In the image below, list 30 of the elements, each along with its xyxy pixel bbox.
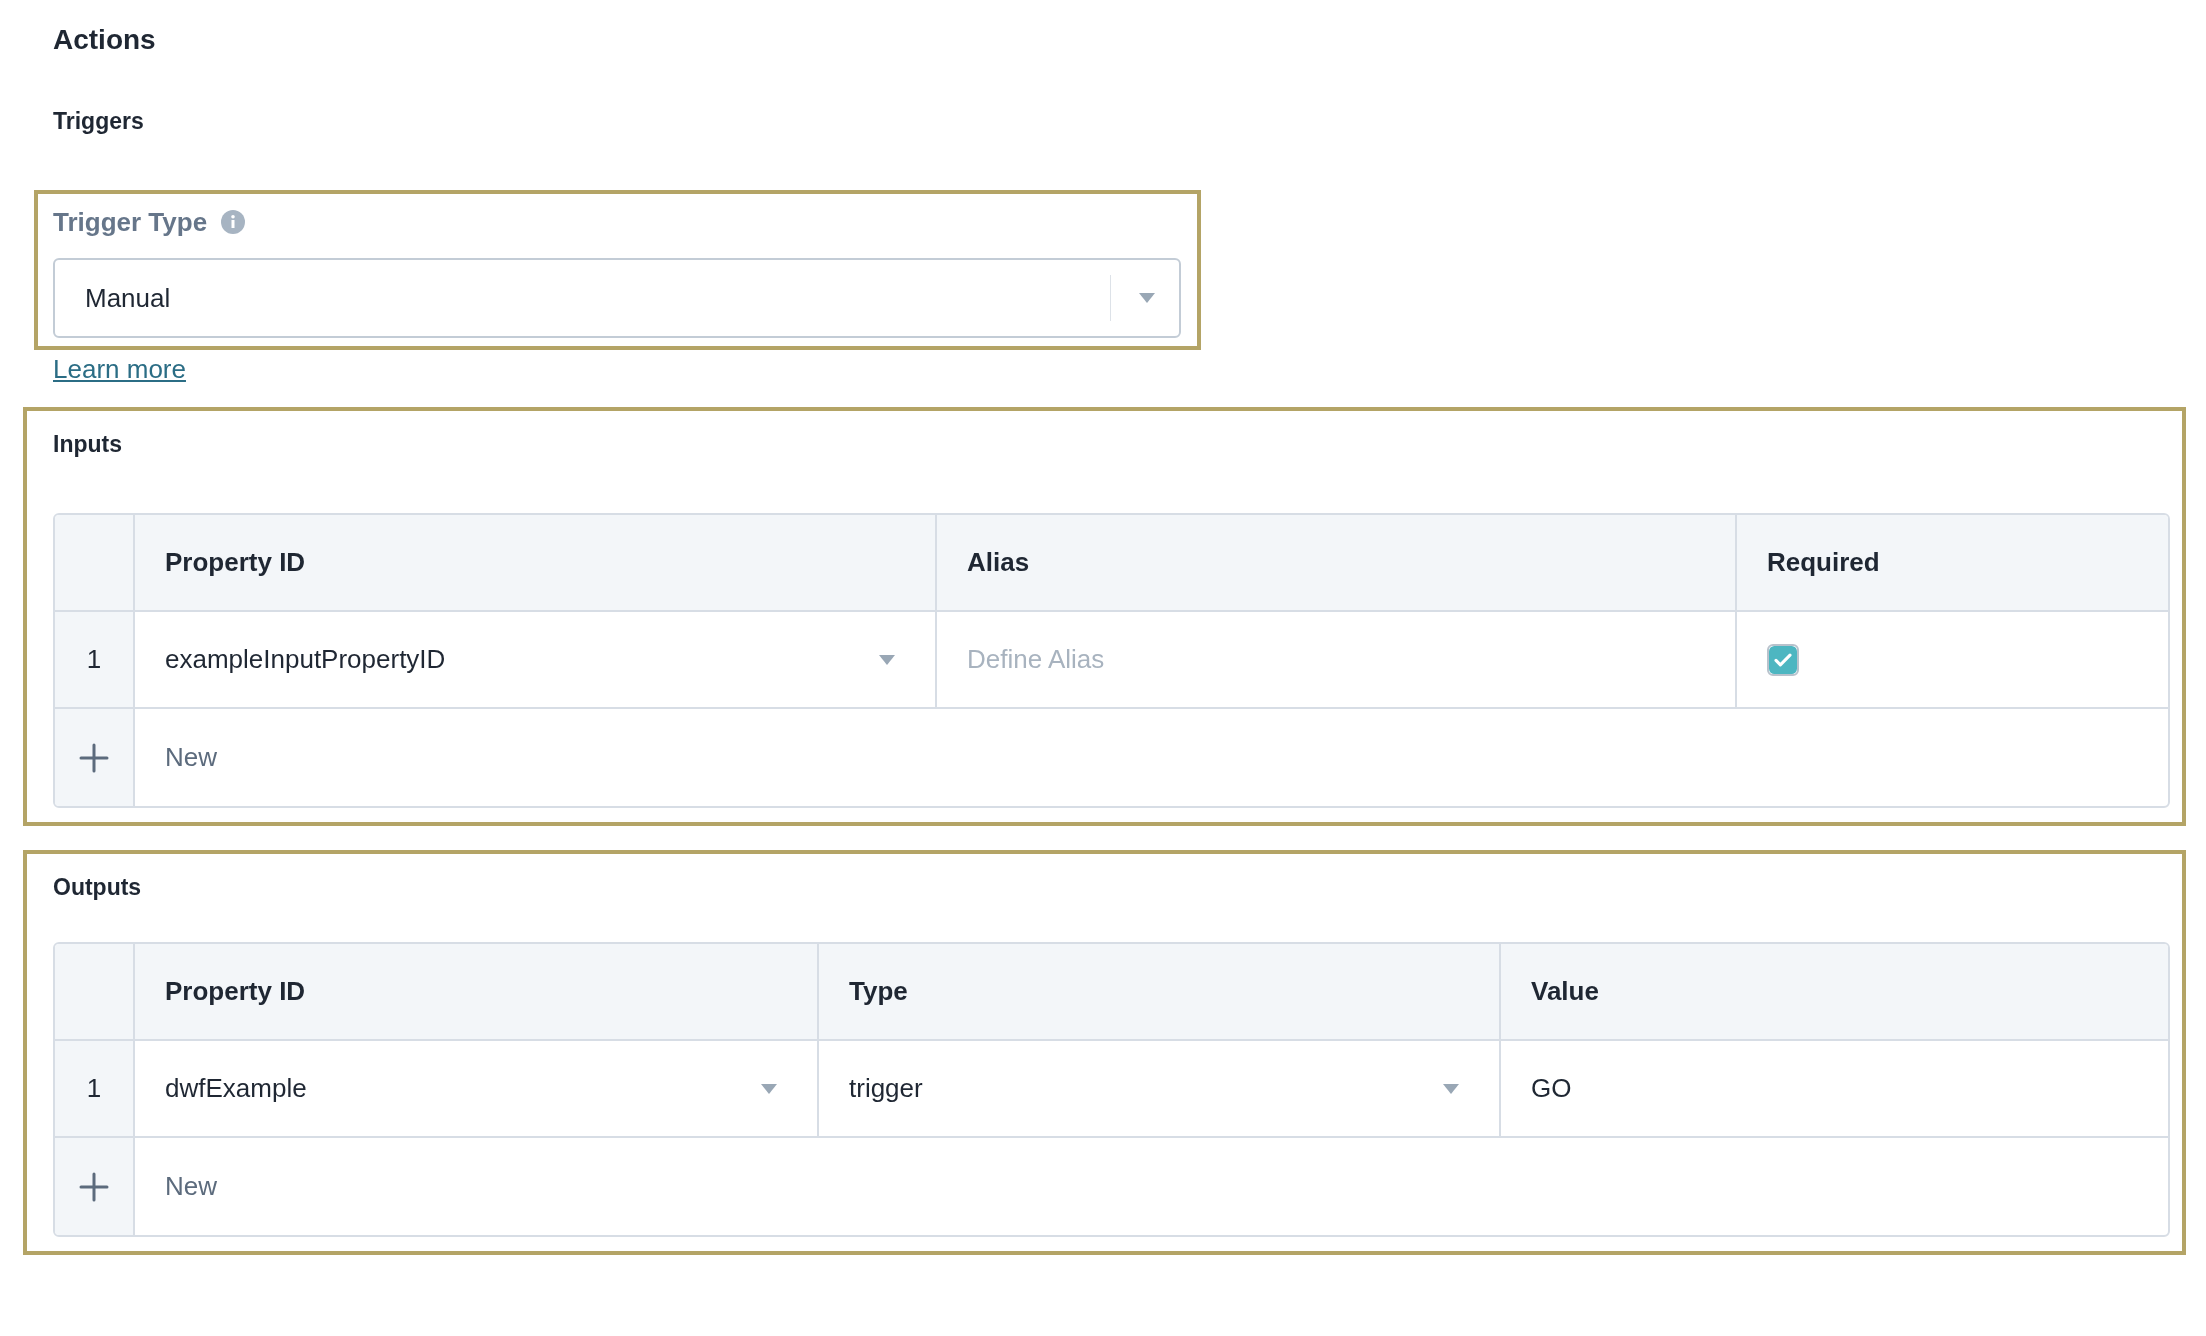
- row-number: 1: [55, 1041, 135, 1138]
- new-row-button[interactable]: New: [135, 709, 2168, 806]
- column-header: Property ID: [135, 944, 819, 1041]
- section-heading: Outputs: [53, 873, 143, 902]
- column-header: Property ID: [135, 515, 937, 612]
- caret-icon: [879, 654, 895, 665]
- column-header: Required: [1737, 515, 2168, 612]
- info-icon: [221, 210, 246, 234]
- column-header: Alias: [937, 515, 1737, 612]
- plus-icon: [79, 742, 109, 773]
- learn-more-link[interactable]: Learn more: [53, 354, 186, 385]
- dropdown-cell[interactable]: dwfExample: [135, 1041, 819, 1138]
- dropdown-cell[interactable]: exampleInputPropertyID: [135, 612, 937, 709]
- column-header: Value: [1501, 944, 2168, 1041]
- page-title: Actions: [53, 23, 157, 57]
- new-row-button[interactable]: New: [135, 1138, 2168, 1235]
- caret-icon: [1443, 1083, 1459, 1094]
- caret-icon: [1139, 293, 1155, 303]
- dropdown-cell[interactable]: trigger: [819, 1041, 1501, 1138]
- table-cell: GO: [1501, 1041, 2168, 1138]
- section-heading: Triggers: [53, 107, 145, 136]
- column-header: Type: [819, 944, 1501, 1041]
- field-label: Trigger Type: [53, 206, 208, 238]
- section-heading: Inputs: [53, 430, 123, 459]
- alias-input-field[interactable]: Define Alias: [967, 644, 1735, 675]
- row-number: 1: [55, 612, 135, 709]
- caret-icon: [761, 1083, 777, 1094]
- trigger-type-dropdown[interactable]: Manual: [53, 258, 1181, 338]
- plus-icon: [79, 1171, 109, 1202]
- checkbox[interactable]: [1767, 643, 1799, 676]
